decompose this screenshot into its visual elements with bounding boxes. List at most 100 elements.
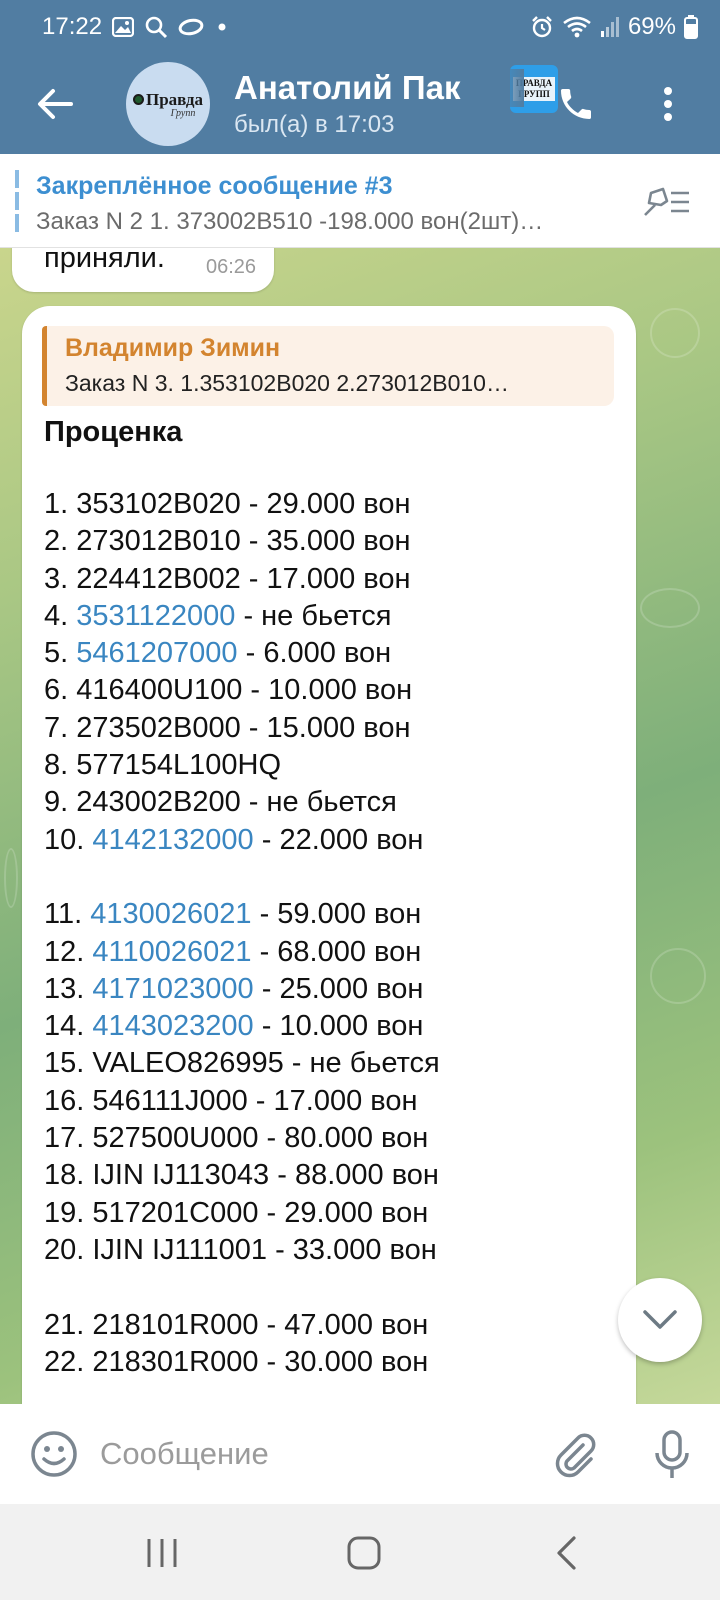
part-number: 527500U000	[92, 1122, 259, 1155]
previous-message-bubble[interactable]: приняли. 06:26	[12, 248, 274, 292]
chat-last-seen: был(а) в 17:03	[234, 111, 395, 138]
message-line: 9. 243002B200 - не бьется	[44, 784, 614, 821]
part-number-link[interactable]: 4171023000	[92, 973, 253, 1005]
line-price: - 22.000 вон	[253, 823, 424, 856]
part-number-link[interactable]: 5461207000	[76, 637, 237, 669]
part-number: 218301R000	[92, 1345, 259, 1378]
reply-quote[interactable]: Владимир Зимин Заказ N 3. 1.353102B020 2…	[42, 326, 614, 406]
line-price: - не бьется	[240, 786, 397, 819]
home-icon	[347, 1536, 381, 1570]
line-price: - 29.000 вон	[240, 488, 411, 520]
message-line: 13. 4171023000 - 25.000 вон	[44, 971, 614, 1008]
part-number-link[interactable]: 4110026021	[92, 936, 251, 968]
line-price: - не бьется	[283, 1047, 440, 1080]
line-number: 17.	[44, 1122, 93, 1155]
line-price: - 17.000 вон	[247, 1084, 418, 1117]
pinned-text: Заказ N 2 1. 373002B510 -198.000 вон(2шт…	[36, 208, 544, 235]
attach-button[interactable]	[548, 1428, 604, 1484]
system-navigation-bar	[0, 1504, 720, 1600]
line-price: - 6.000 вон	[237, 637, 392, 670]
pinned-title: Закреплённое сообщение #3	[36, 172, 393, 200]
chat-title: Анатолий Пак	[234, 69, 524, 107]
message-line: 16. 546111J000 - 17.000 вон	[44, 1083, 614, 1120]
line-price: - 29.000 вон	[258, 1196, 429, 1229]
status-bar-right: 69%	[530, 13, 698, 41]
line-price: - не бьется	[235, 599, 392, 632]
message-line: 18. IJIN IJ113043 - 88.000 вон	[44, 1157, 614, 1194]
message-line: 1. 353102B020 - 29.000 вон	[44, 486, 614, 523]
chat-header: Правда Групп Анатолий Пак был(а) в 17:03…	[0, 54, 720, 154]
more-menu-button[interactable]	[640, 76, 696, 132]
part-number: 218101R000	[92, 1308, 259, 1341]
paperclip-icon	[555, 1433, 596, 1478]
message-line: 19. 517201C000 - 29.000 вон	[44, 1195, 614, 1232]
part-number: 273502B000	[76, 711, 241, 744]
line-number: 7.	[44, 711, 77, 744]
line-number: 11.	[44, 898, 91, 931]
part-number-link[interactable]: 4142132000	[92, 824, 253, 856]
message-bubble[interactable]: Владимир Зимин Заказ N 3. 1.353102B020 2…	[22, 306, 636, 1404]
chat-area[interactable]: приняли. 06:26 Владимир Зимин Заказ N 3.…	[0, 248, 720, 1404]
message-line: 12. 4110026021 - 68.000 вон	[44, 934, 614, 971]
line-price: - 35.000 вон	[240, 525, 411, 558]
message-input[interactable]	[100, 1430, 520, 1478]
line-number: 20.	[44, 1233, 93, 1266]
line-number: 10.	[44, 823, 93, 856]
part-number-link[interactable]: 4130026021	[90, 898, 251, 930]
message-line: 7. 273502B000 - 15.000 вон	[44, 710, 614, 747]
line-number: 18.	[44, 1159, 93, 1192]
message-line: 5. 5461207000 - 6.000 вон	[44, 635, 614, 672]
message-heading: Проценка	[44, 416, 183, 448]
status-bar-left: 17:22	[42, 13, 230, 41]
home-button[interactable]	[334, 1528, 394, 1578]
message-line: 22. 218301R000 - 30.000 вон	[44, 1344, 614, 1381]
part-number: 243002B200	[76, 786, 241, 819]
wallpaper-doodle	[4, 848, 18, 908]
microphone-button[interactable]	[644, 1426, 700, 1484]
avatar[interactable]: Правда Групп	[126, 62, 210, 146]
line-price: - 17.000 вон	[240, 562, 411, 595]
microphone-icon	[655, 1430, 689, 1478]
scroll-down-button[interactable]	[618, 1278, 702, 1362]
pinned-list-button[interactable]	[636, 174, 696, 230]
nav-back-button[interactable]	[536, 1528, 596, 1578]
wallpaper-doodle	[650, 308, 700, 358]
arrow-left-icon	[38, 89, 73, 119]
message-input-bar	[0, 1404, 720, 1504]
part-number-link[interactable]: 4143023200	[92, 1010, 253, 1042]
part-number-link[interactable]: 3531122000	[76, 600, 235, 632]
part-number: IJIN IJ113043	[92, 1159, 270, 1192]
pinned-message-bar[interactable]: Закреплённое сообщение #3 Заказ N 2 1. 3…	[0, 154, 720, 248]
message-line: 21. 218101R000 - 47.000 вон	[44, 1307, 614, 1344]
pinned-indicator	[15, 170, 19, 232]
chat-title-block[interactable]: Анатолий Пак был(а) в 17:03	[234, 69, 524, 139]
back-button[interactable]	[20, 69, 90, 139]
message-lines: 1. 353102B020 - 29.000 вон 2. 273012B010 …	[44, 486, 614, 1381]
line-number: 4.	[44, 599, 77, 632]
line-price: - 30.000 вон	[258, 1345, 429, 1378]
avatar-logo-text: Правда	[145, 89, 204, 109]
message-line: 4. 3531122000 - не бьется	[44, 598, 614, 635]
more-vertical-icon	[664, 87, 672, 121]
link-icon	[178, 18, 204, 36]
search-icon	[144, 15, 168, 39]
line-number: 2.	[44, 525, 77, 558]
part-number: 517201C000	[92, 1196, 259, 1229]
part-number: IJIN IJ111001	[92, 1233, 268, 1266]
line-price: - 59.000 вон	[251, 898, 422, 931]
message-line: 14. 4143023200 - 10.000 вон	[44, 1008, 614, 1045]
line-price: - 25.000 вон	[253, 972, 424, 1005]
emoji-button[interactable]	[28, 1428, 80, 1480]
part-number: 577154L100HQ	[76, 749, 282, 782]
line-number: 14.	[44, 1010, 93, 1043]
call-button[interactable]	[548, 76, 604, 132]
signal-icon	[600, 16, 620, 38]
recent-apps-button[interactable]	[132, 1528, 192, 1578]
line-price: - 10.000 вон	[253, 1010, 424, 1043]
line-number: 13.	[44, 972, 93, 1005]
alarm-icon	[530, 15, 554, 39]
part-number: 273012B010	[76, 525, 241, 558]
dot-icon	[214, 19, 230, 35]
phone-icon	[561, 89, 591, 119]
